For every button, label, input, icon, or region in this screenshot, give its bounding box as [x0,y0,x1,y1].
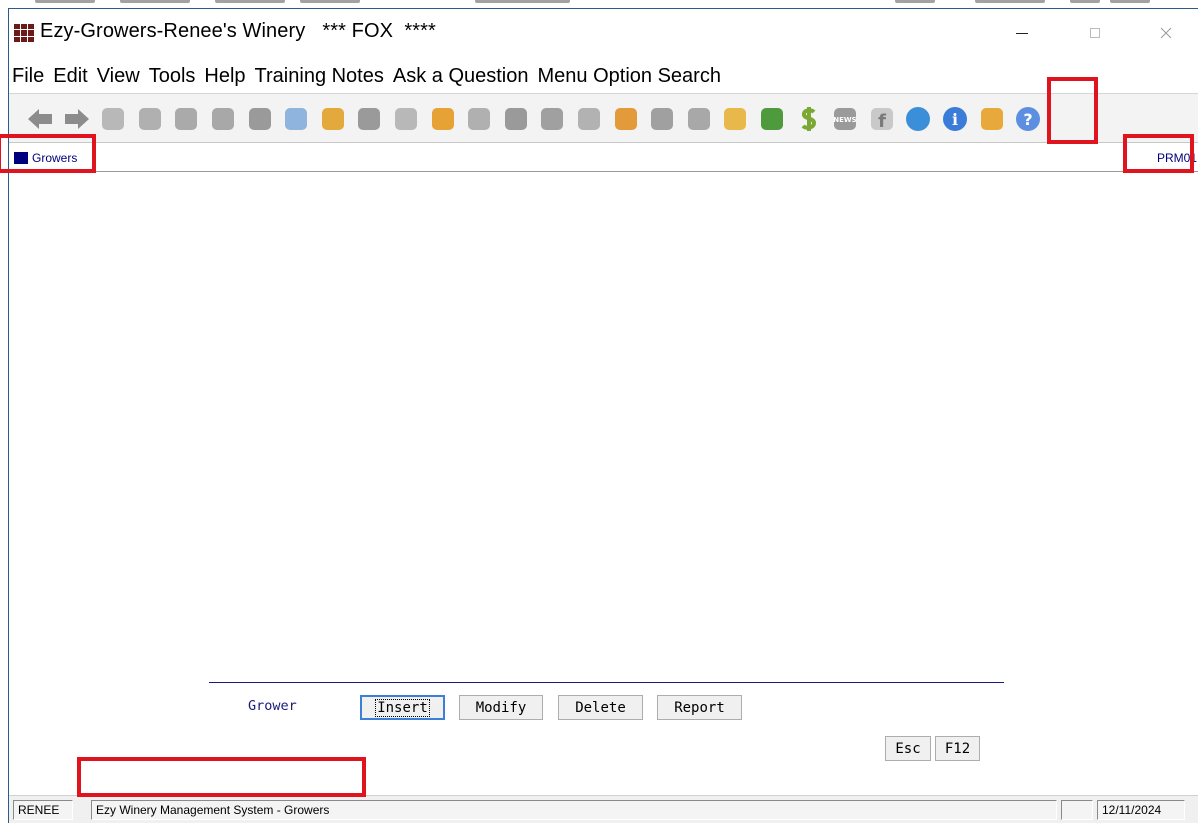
report-button[interactable]: Report [657,695,742,720]
help-icon[interactable]: ? [1011,100,1045,138]
tools-icon[interactable] [352,100,386,138]
maximize-icon [1090,28,1100,38]
box-icon[interactable] [426,100,460,138]
minimize-icon [1016,32,1028,34]
status-message: Ezy Winery Management System - Growers [91,800,1057,820]
f12-button[interactable]: F12 [935,736,980,761]
settings-icon[interactable] [645,100,679,138]
menu-help[interactable]: Help [201,65,248,88]
dollar-icon[interactable] [792,100,826,138]
payment-icon[interactable] [169,100,203,138]
svg-text:NEWS: NEWS [833,116,856,124]
grower-group-label: Grower [248,698,297,714]
close-button[interactable] [1143,17,1189,49]
barrel-icon[interactable] [389,100,423,138]
menu-edit[interactable]: Edit [50,65,90,88]
status-user: RENEE [13,800,73,820]
open-folder-icon[interactable] [96,100,130,138]
hose-icon[interactable] [462,100,496,138]
facebook-icon[interactable]: f [865,100,899,138]
maximize-button[interactable] [1072,17,1118,49]
cube-icon[interactable] [718,100,752,138]
window-title: Ezy-Growers-Renee's Winery *** FOX **** [40,20,436,42]
menu-ask-a-question[interactable]: Ask a Question [390,65,532,88]
ledger-icon[interactable] [243,100,277,138]
contacts-icon[interactable] [316,100,350,138]
svg-text:f: f [878,111,886,132]
bottle-icon[interactable] [535,100,569,138]
invoice-icon[interactable] [133,100,167,138]
menu-bar: File Edit View Tools Help Training Notes… [9,61,727,91]
form-name-highlight [0,134,96,173]
svg-text:i: i [952,110,958,129]
status-extra [1061,800,1093,820]
menu-option-search[interactable]: Menu Option Search [535,65,724,88]
database-icon[interactable] [682,100,716,138]
title-bar[interactable]: Ezy-Growers-Renee's Winery *** FOX **** [9,9,1198,57]
info-icon-highlight [1047,77,1098,144]
vine-leaf-icon[interactable] [755,100,789,138]
bank-icon[interactable] [206,100,240,138]
close-icon [1160,27,1172,39]
modify-button[interactable]: Modify [459,695,543,720]
form-header: Growers PRM01 [9,148,1198,172]
documents-icon[interactable] [975,100,1009,138]
f12-button-label: F12 [944,740,971,757]
minimize-button[interactable] [999,17,1045,49]
insert-button-label: Insert [375,698,430,717]
grapes-icon[interactable] [572,100,606,138]
menu-tools[interactable]: Tools [146,65,199,88]
info-icon[interactable]: i [938,100,972,138]
notepad-icon[interactable] [279,100,313,138]
delete-button-label: Delete [575,699,626,716]
teamviewer-icon[interactable] [901,100,935,138]
status-date: 12/11/2024 [1097,800,1185,820]
program-code-highlight [1123,134,1194,173]
menu-view[interactable]: View [94,65,143,88]
briefcase-icon[interactable] [609,100,643,138]
toolbar: NEWS f i? [9,93,1198,143]
modify-button-label: Modify [475,699,527,716]
esc-button-label: Esc [895,740,921,757]
insert-button[interactable]: Insert [360,695,445,720]
background-window-strip [0,0,1198,8]
news-icon[interactable]: NEWS [828,100,862,138]
status-message-highlight [77,757,366,797]
app-grid-icon [14,24,34,42]
menu-file[interactable]: File [9,65,47,88]
scale-icon[interactable] [499,100,533,138]
menu-training-notes[interactable]: Training Notes [252,65,387,88]
report-button-label: Report [674,699,725,716]
back-arrow-icon[interactable] [23,100,57,138]
esc-button[interactable]: Esc [885,736,931,761]
status-bar: RENEE Ezy Winery Management System - Gro… [9,795,1198,823]
svg-text:?: ? [1024,110,1033,129]
forward-arrow-icon[interactable] [60,100,94,138]
actions-divider [209,682,1004,683]
app-window: Ezy-Growers-Renee's Winery *** FOX **** … [8,8,1198,823]
delete-button[interactable]: Delete [558,695,643,720]
